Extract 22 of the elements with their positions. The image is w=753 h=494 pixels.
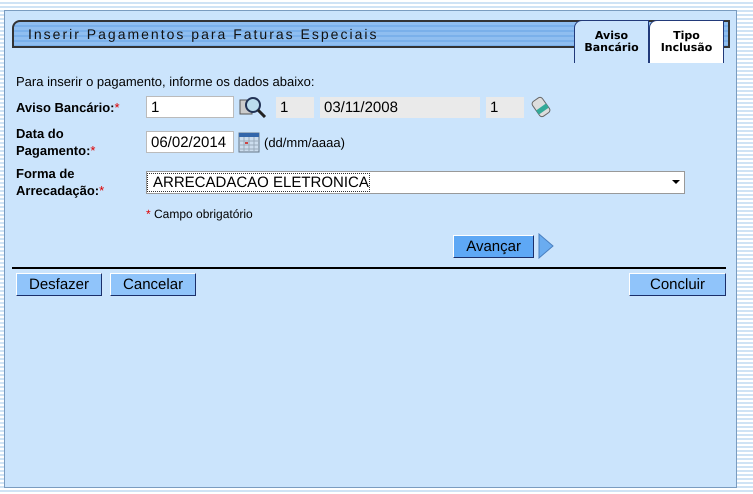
readonly-field: 03/11/2008 [320, 96, 480, 118]
date-format-hint: (dd/mm/aaaa) [264, 134, 345, 150]
arrow-right-icon[interactable] [538, 233, 554, 259]
action-button[interactable]: Desfazer [16, 273, 102, 296]
field-label: Forma de Arrecadação:* [16, 165, 106, 199]
date-field[interactable]: 06/02/2014 [146, 131, 234, 153]
input-field[interactable]: 1 [146, 96, 234, 118]
tab[interactable]: Aviso Bancário [574, 20, 649, 63]
action-button[interactable]: Cancelar [110, 273, 196, 296]
action-button[interactable]: Concluir [629, 273, 726, 296]
calendar-icon[interactable] [238, 131, 260, 153]
caret-icon [672, 180, 680, 184]
next-button[interactable]: Avançar [453, 234, 534, 258]
dropdown[interactable]: ARRECADACAO ELETRONICA [146, 170, 685, 194]
readonly-field: 1 [486, 96, 524, 118]
required-note: * Campo obrigatório [146, 207, 254, 221]
field-label: Aviso Bancário:* [16, 98, 121, 116]
readonly-field: 1 [276, 96, 314, 118]
field-label: Data do Pagamento:* [16, 125, 96, 159]
instructions-text: Para inserir o pagamento, informe os dados abaixo: [16, 74, 316, 89]
tab[interactable]: Tipo Inclusão [649, 20, 724, 63]
window-title: Inserir Pagamentos para Faturas Especiais [28, 26, 378, 42]
